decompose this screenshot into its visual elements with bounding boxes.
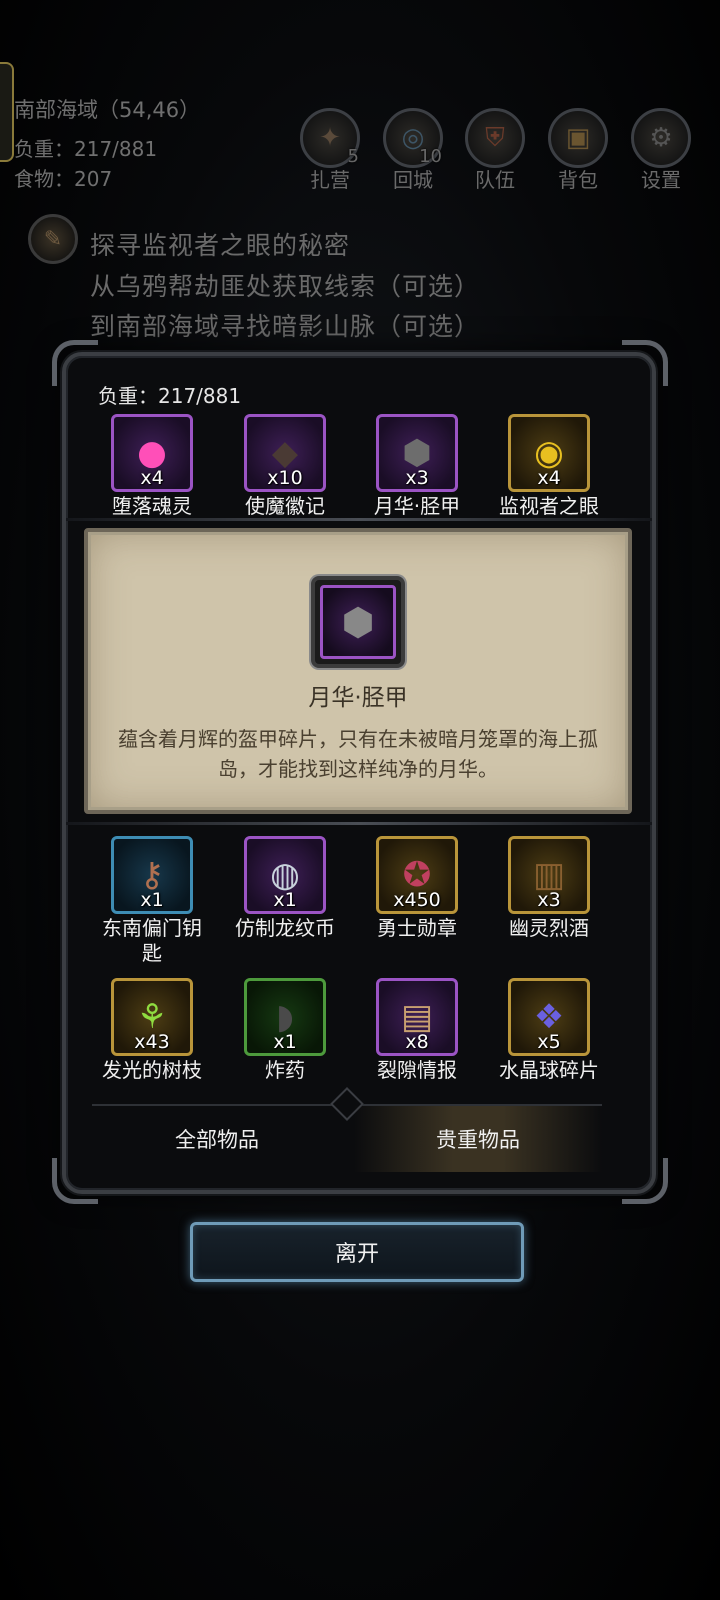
detail-item-name: 月华·胫甲 <box>308 685 408 711</box>
shield-icon: ⛨ <box>485 122 505 153</box>
inventory-tabs: 全部物品 贵重物品 <box>92 1087 602 1172</box>
item-name: 使魔徽记 <box>245 494 325 518</box>
hud-weight: 负重：217/881 <box>14 137 158 161</box>
item-name: 发光的树枝 <box>102 1058 202 1082</box>
item-name: 裂隙情报 <box>377 1058 457 1082</box>
quest-step: 从乌鸦帮劫匪处获取线索（可选） <box>90 272 481 301</box>
item-qty: x3 <box>537 889 561 911</box>
inventory-item[interactable]: ❖ x5 水晶球碎片 <box>494 978 604 1083</box>
settings-label: 设置 <box>641 168 681 192</box>
item-name: 仿制龙纹币 <box>235 916 335 940</box>
divider <box>66 518 652 521</box>
panel-corner-ornament <box>52 340 98 386</box>
item-qty: x1 <box>140 889 164 911</box>
camp-count: 5 <box>347 146 359 167</box>
item-name: 监视者之眼 <box>499 494 599 518</box>
return-town-button[interactable]: ◎ 10 回城 <box>381 108 445 193</box>
item-qty: x4 <box>537 467 561 489</box>
detail-item-slot: ⬢ <box>311 576 405 668</box>
inventory-item[interactable]: ◉ x4 监视者之眼 <box>494 414 604 519</box>
hud-food: 食物：207 <box>14 167 113 191</box>
backpack-label: 背包 <box>558 168 598 192</box>
item-qty: x1 <box>273 889 297 911</box>
inventory-item[interactable]: ◗ x1 炸药 <box>230 978 340 1083</box>
return-count: 10 <box>419 146 442 167</box>
item-qty: x43 <box>134 1031 170 1053</box>
inventory-item[interactable]: ◆ x10 使魔徽记 <box>230 414 340 519</box>
item-qty: x4 <box>140 467 164 489</box>
backpack-button[interactable]: ▣ 背包 <box>546 108 610 193</box>
detail-item-description: 蕴含着月辉的盔甲碎片，只有在未被暗月笼罩的海上孤岛，才能找到这样纯净的月华。 <box>118 727 598 781</box>
leave-button[interactable]: 离开 <box>190 1222 524 1282</box>
inventory-item[interactable]: ⚘ x43 发光的树枝 <box>97 978 207 1083</box>
item-qty: x450 <box>393 889 441 911</box>
inventory-item[interactable]: ▤ x8 裂隙情报 <box>362 978 472 1083</box>
panel-weight: 负重：217/881 <box>98 384 242 408</box>
settings-button[interactable]: ⚙ 设置 <box>629 108 693 193</box>
item-name: 堕落魂灵 <box>112 494 192 518</box>
item-name: 幽灵烈酒 <box>509 916 589 940</box>
item-detail-card: ⬢ 月华·胫甲 蕴含着月辉的盔甲碎片，只有在未被暗月笼罩的海上孤岛，才能找到这样… <box>84 528 632 814</box>
tab-all-items[interactable]: 全部物品 <box>92 1106 342 1172</box>
team-button[interactable]: ⛨ 队伍 <box>463 108 527 193</box>
inventory-item[interactable]: ◍ x1 仿制龙纹币 <box>230 836 340 941</box>
item-qty: x10 <box>267 467 303 489</box>
location-label: 南部海域（54,46） <box>14 98 201 122</box>
quest-title: 探寻监视者之眼的秘密 <box>90 231 351 260</box>
item-qty: x5 <box>537 1031 561 1053</box>
return-label: 回城 <box>393 168 433 192</box>
inventory-item[interactable]: ● x4 堕落魂灵 <box>97 414 207 519</box>
gear-icon: ⚙ <box>649 123 673 153</box>
camp-label: 扎营 <box>310 168 350 192</box>
team-label: 队伍 <box>475 168 515 192</box>
inventory-item[interactable]: ⬢ x3 月华·胫甲 <box>362 414 472 519</box>
quest-step: 到南部海域寻找暗影山脉（可选） <box>90 312 481 341</box>
item-name: 炸药 <box>265 1058 305 1082</box>
quest-scroll-icon[interactable]: ✎ <box>28 214 78 264</box>
tab-valuable-items[interactable]: 贵重物品 <box>354 1106 602 1172</box>
item-qty: x3 <box>405 467 429 489</box>
item-qty: x1 <box>273 1031 297 1053</box>
item-name: 勇士勋章 <box>377 916 457 940</box>
camp-button[interactable]: ✦ 5 扎营 <box>298 108 362 193</box>
item-qty: x8 <box>405 1031 429 1053</box>
inventory-item[interactable]: ⚷ x1 东南偏门钥匙 <box>97 836 207 966</box>
inventory-item[interactable]: ✪ x450 勇士勋章 <box>362 836 472 941</box>
panel-corner-ornament <box>622 340 668 386</box>
greave-icon: ⬢ <box>320 585 396 659</box>
item-name: 水晶球碎片 <box>499 1058 599 1082</box>
side-tab[interactable] <box>0 62 14 162</box>
backpack-icon: ▣ <box>565 123 591 153</box>
divider <box>66 822 652 825</box>
panel-corner-ornament <box>622 1158 668 1204</box>
item-name: 月华·胫甲 <box>373 494 461 518</box>
inventory-item[interactable]: ▥ x3 幽灵烈酒 <box>494 836 604 941</box>
item-name: 东南偏门钥匙 <box>102 916 202 965</box>
